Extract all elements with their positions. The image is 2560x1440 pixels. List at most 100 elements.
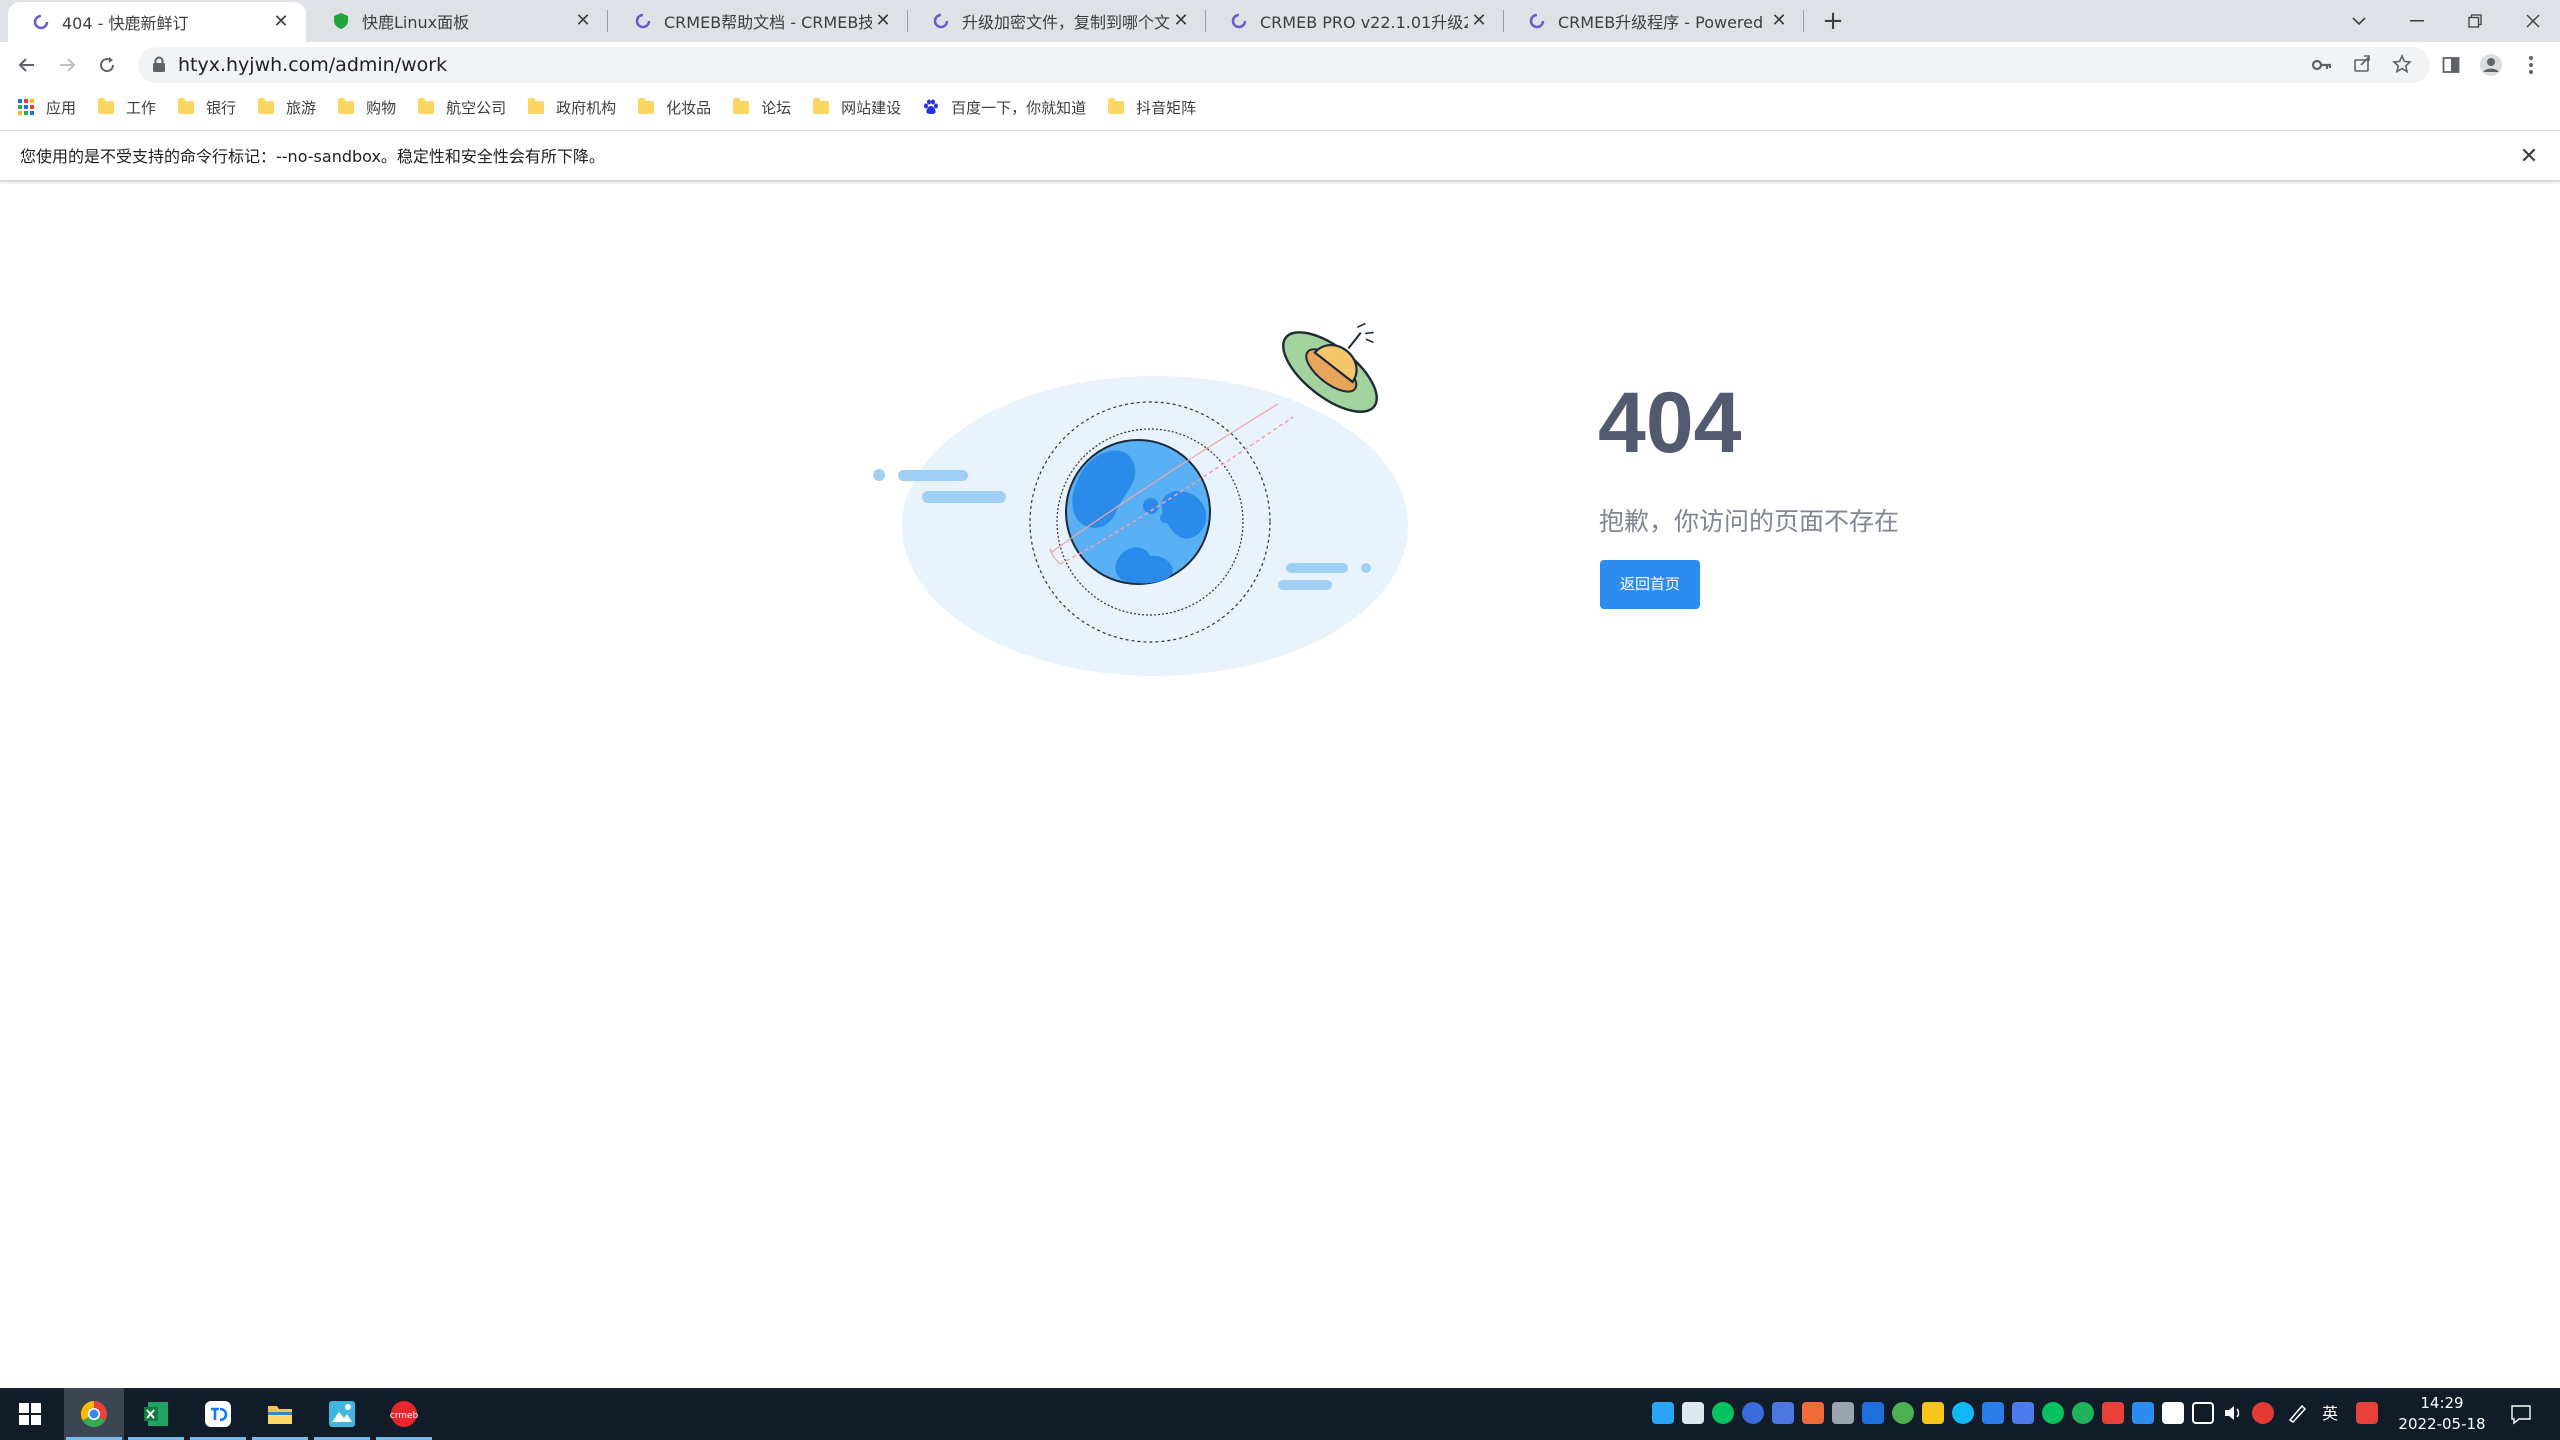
close-tab-icon[interactable]: ✕ xyxy=(270,11,292,33)
taskbar-todesk-icon[interactable] xyxy=(188,1388,248,1440)
bookmark-label: 网站建设 xyxy=(841,98,902,117)
infobar-message: 您使用的是不受支持的命令行标记：--no-sandbox。稳定性和安全性会有所下… xyxy=(20,147,605,166)
tray-app-4-icon[interactable] xyxy=(1742,1402,1764,1424)
network-icon[interactable] xyxy=(2192,1402,2214,1424)
back-home-button[interactable]: 返回首页 xyxy=(1600,560,1700,609)
address-bar[interactable]: htyx.hyjwh.com/admin/work xyxy=(138,47,2430,83)
profile-avatar-icon[interactable] xyxy=(2476,50,2506,80)
taskbar-clock[interactable]: 14:29 2022-05-18 xyxy=(2372,1393,2512,1435)
tray-app-21-icon[interactable] xyxy=(2252,1402,2274,1424)
bookmark-label: 旅游 xyxy=(286,98,317,117)
volume-icon[interactable] xyxy=(2222,1402,2244,1424)
tray-app-7-icon[interactable] xyxy=(1832,1402,1854,1424)
close-window-icon[interactable] xyxy=(2504,0,2560,42)
tab-separator xyxy=(1803,10,1804,32)
page-content: 404 抱歉，你访问的页面不存在 返回首页 xyxy=(0,184,2560,1388)
tray-app-16-icon[interactable] xyxy=(2102,1402,2124,1424)
tray-app-13-icon[interactable] xyxy=(2012,1402,2034,1424)
bookmark-folder-douyin[interactable]: 抖音矩阵 xyxy=(1108,97,1196,118)
bookmark-folder-shopping[interactable]: 购物 xyxy=(338,97,396,118)
crmeb-favicon-icon xyxy=(32,13,50,31)
error-code: 404 xyxy=(1598,375,1742,471)
close-tab-icon[interactable]: ✕ xyxy=(1468,10,1490,32)
restore-icon[interactable] xyxy=(2446,0,2504,42)
tray-app-1-icon[interactable] xyxy=(1652,1402,1674,1424)
notification-icon[interactable] xyxy=(2510,1403,2532,1425)
tab-upgrade-encrypt[interactable]: 升级加密文件，复制到哪个文件夹 ✕ xyxy=(908,0,1206,42)
close-tab-icon[interactable]: ✕ xyxy=(1170,10,1192,32)
side-panel-icon[interactable] xyxy=(2436,50,2466,80)
tray-todesk-icon[interactable] xyxy=(2162,1402,2184,1424)
bookmark-folder-government[interactable]: 政府机构 xyxy=(528,97,616,118)
forward-icon[interactable] xyxy=(52,50,82,80)
tab-crmeb-pro[interactable]: CRMEB PRO v22.1.01升级2.1.1 ✕ xyxy=(1206,0,1504,42)
tray-lock-icon[interactable] xyxy=(1922,1402,1944,1424)
bookmark-folder-forum[interactable]: 论坛 xyxy=(733,97,791,118)
taskbar-excel-icon[interactable] xyxy=(126,1388,186,1440)
tab-search-icon[interactable] xyxy=(2330,0,2388,42)
folder-icon xyxy=(338,97,355,114)
bookmark-folder-travel[interactable]: 旅游 xyxy=(258,97,316,118)
minimize-icon[interactable] xyxy=(2388,0,2446,42)
bookmark-apps[interactable]: 应用 xyxy=(18,97,76,118)
tray-app-6-icon[interactable] xyxy=(1802,1402,1824,1424)
crmeb-favicon-icon xyxy=(634,12,652,30)
taskbar-crmeb-icon[interactable]: crmeb xyxy=(374,1388,434,1440)
new-tab-button[interactable]: + xyxy=(1818,7,1848,37)
bookmark-folder-bank[interactable]: 银行 xyxy=(178,97,236,118)
bookmark-folder-website[interactable]: 网站建设 xyxy=(813,97,901,118)
close-infobar-icon[interactable]: ✕ xyxy=(2516,144,2542,170)
close-tab-icon[interactable]: ✕ xyxy=(1768,10,1790,32)
error-illustration xyxy=(860,304,1420,758)
windows-start-icon[interactable] xyxy=(0,1388,60,1440)
bookmark-folder-airlines[interactable]: 航空公司 xyxy=(418,97,506,118)
tab-crmeb-upgrade[interactable]: CRMEB升级程序 - Powered by ✕ xyxy=(1504,0,1804,42)
tray-app-9-icon[interactable] xyxy=(1892,1402,1914,1424)
tab-crmeb-docs[interactable]: CRMEB帮助文档 - CRMEB技术文 ✕ xyxy=(610,0,908,42)
taskbar-chrome-icon[interactable] xyxy=(64,1388,124,1440)
tab-title: CRMEB PRO v22.1.01升级2.1.1 xyxy=(1260,13,1468,32)
tray-qq-icon[interactable] xyxy=(1952,1402,1974,1424)
close-tab-icon[interactable]: ✕ xyxy=(872,10,894,32)
crmeb-favicon-icon xyxy=(1230,12,1248,30)
tray-wechat-2-icon[interactable] xyxy=(2042,1402,2064,1424)
bookmark-folder-work[interactable]: 工作 xyxy=(98,97,156,118)
tab-linux-panel[interactable]: 快鹿Linux面板 ✕ xyxy=(308,0,608,42)
reload-icon[interactable] xyxy=(92,50,122,80)
tab-title: CRMEB帮助文档 - CRMEB技术文 xyxy=(664,13,872,32)
menu-kebab-icon[interactable] xyxy=(2516,50,2546,80)
taskbar-image-app-icon[interactable] xyxy=(312,1388,372,1440)
bookmark-label: 化妆品 xyxy=(666,98,712,117)
warning-infobar: 您使用的是不受支持的命令行标记：--no-sandbox。稳定性和安全性会有所下… xyxy=(0,130,2560,182)
bookmark-star-icon[interactable] xyxy=(2390,54,2414,78)
back-icon[interactable] xyxy=(12,50,42,80)
baidu-icon xyxy=(923,99,939,115)
tray-app-17-icon[interactable] xyxy=(2132,1402,2154,1424)
bookmark-folder-cosmetics[interactable]: 化妆品 xyxy=(638,97,711,118)
folder-icon xyxy=(638,97,655,114)
pen-icon[interactable] xyxy=(2286,1402,2308,1424)
error-message: 抱歉，你访问的页面不存在 xyxy=(1599,507,1900,536)
share-icon[interactable] xyxy=(2350,54,2374,78)
svg-text:crmeb: crmeb xyxy=(390,1411,418,1421)
key-icon[interactable] xyxy=(2310,54,2334,78)
taskbar-file-explorer-icon[interactable] xyxy=(250,1388,310,1440)
tray-app-2-icon[interactable] xyxy=(1682,1402,1704,1424)
tray-app-15-icon[interactable] xyxy=(2072,1402,2094,1424)
tray-app-8-icon[interactable] xyxy=(1862,1402,1884,1424)
ime-indicator[interactable]: 英 xyxy=(2322,1388,2338,1440)
folder-icon xyxy=(813,97,830,114)
bookmark-baidu[interactable]: 百度一下，你就知道 xyxy=(923,97,1086,118)
tab-404[interactable]: 404 - 快鹿新鲜订 ✕ xyxy=(8,2,306,42)
folder-icon xyxy=(178,97,195,114)
close-tab-icon[interactable]: ✕ xyxy=(572,10,594,32)
folder-icon xyxy=(528,97,545,114)
tray-app-12-icon[interactable] xyxy=(1982,1402,2004,1424)
bookmark-label: 工作 xyxy=(126,98,157,117)
clock-date: 2022-05-18 xyxy=(2398,1415,2486,1433)
crmeb-favicon-icon xyxy=(1528,12,1546,30)
tab-strip: 404 - 快鹿新鲜订 ✕ 快鹿Linux面板 ✕ CRMEB帮助文档 - CR… xyxy=(0,0,2560,42)
lock-icon[interactable] xyxy=(152,56,166,77)
tray-shield-icon[interactable] xyxy=(1772,1402,1794,1424)
tray-wechat-icon[interactable] xyxy=(1712,1402,1734,1424)
